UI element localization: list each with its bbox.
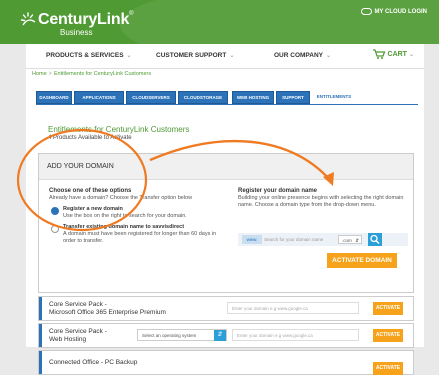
tab-entitlements[interactable]: ENTITLEMENTS [312, 91, 356, 102]
brand-name: CenturyLink [38, 11, 130, 28]
chevron-down-icon: ⌄ [229, 53, 235, 59]
product-name-line1: Core Service Pack - [49, 301, 107, 308]
product-row: Connected Office - PC Backup ACTIVATE [38, 350, 414, 375]
chevron-down-icon: ⌄ [126, 53, 132, 59]
breadcrumb-home[interactable]: Home [32, 71, 47, 77]
os-select[interactable]: Select an operating system ⇵ [137, 329, 227, 341]
nav-item-label: PRODUCTS & SERVICES [46, 52, 124, 59]
account-tabs: DASHBOARD APPLICATIONS CLOUDSERVERS CLOU… [36, 91, 424, 105]
tab-web-hosting[interactable]: WEB HOSTING [232, 91, 274, 104]
add-domain-header[interactable]: ADD YOUR DOMAIN [39, 154, 413, 180]
activate-button[interactable]: ACTIVATE [373, 302, 403, 315]
nav-customer-support[interactable]: CUSTOMER SUPPORT ⌄ [156, 52, 234, 59]
transfer-option-desc: A domain must have been registered for l… [63, 231, 217, 244]
www-prefix: www. [242, 235, 262, 244]
product-name: Core Service Pack - Microsoft Office 365 … [49, 301, 166, 316]
options-title: Choose one of these options [49, 188, 132, 194]
transfer-option-label: Transfer existing domain name to savvisd… [63, 224, 185, 230]
breadcrumb: Home > Entitlements for CenturyLink Custom… [32, 71, 151, 77]
register-domain: Register your domain name Building your … [238, 188, 408, 268]
add-domain-heading: ADD YOUR DOMAIN [47, 163, 114, 170]
product-row: Core Service Pack - Web Hosting Select an… [38, 323, 414, 348]
tab-underline [36, 104, 418, 105]
search-icon [370, 234, 380, 245]
register-option-desc: Use the box on the right to search for y… [63, 213, 187, 219]
register-desc: Building your online presence begins wit… [238, 195, 404, 208]
cart-button[interactable]: CART ⌄ [372, 48, 414, 60]
os-select-value: Select an operating system [142, 333, 197, 338]
cloud-login-link[interactable]: MY CLOUD LOGIN [361, 8, 427, 15]
row-accent [39, 324, 42, 347]
page-subtitle: 4 Products Available to Activate [48, 135, 132, 141]
transfer-radio[interactable] [51, 225, 59, 233]
cloud-login-label: MY CLOUD LOGIN [374, 9, 427, 16]
page-content: PRODUCTS & SERVICES ⌄ CUSTOMER SUPPORT ⌄ O… [26, 44, 424, 375]
product-name-line1: Core Service Pack - [49, 328, 107, 335]
cart-icon [372, 49, 385, 59]
select-arrows-icon: ⇵ [355, 238, 359, 243]
product-name-line2: Web Hosting [49, 335, 87, 343]
row-accent [39, 351, 42, 374]
product-name: Core Service Pack - Web Hosting [49, 328, 107, 343]
nav-item-label: OUR COMPANY [274, 52, 323, 59]
tab-support[interactable]: SUPPORT [276, 91, 310, 104]
register-title: Register your domain name [238, 188, 318, 194]
cart-label: CART [387, 50, 407, 58]
add-domain-panel: ADD YOUR DOMAIN Choose one of these opti… [38, 153, 414, 293]
domain-search-button[interactable] [368, 233, 382, 246]
tab-dashboard[interactable]: DASHBOARD [36, 91, 72, 104]
site-header: CenturyLink® Business MY CLOUD LOGIN [0, 0, 439, 44]
activate-button[interactable]: ACTIVATE [373, 329, 403, 342]
domain-search-row: www. Search for your domain name .com ⇵ [238, 233, 408, 246]
breadcrumb-separator: > [48, 71, 52, 77]
cloud-icon [361, 8, 373, 15]
centurylink-logo-icon [20, 12, 36, 26]
register-option-label: Register a new domain [63, 206, 123, 212]
chevron-down-icon: ⌄ [408, 51, 414, 58]
row-accent [39, 297, 42, 320]
product-domain-input[interactable]: Enter your domain e.g www.google.ca [232, 329, 359, 341]
tab-cloudstorage[interactable]: CLOUDSTORAGE [178, 91, 228, 104]
nav-products-services[interactable]: PRODUCTS & SERVICES ⌄ [46, 52, 132, 59]
register-radio[interactable] [51, 207, 59, 215]
tab-cloudservers[interactable]: CLOUDSERVERS [126, 91, 176, 104]
centurylink-logo[interactable]: CenturyLink® Business [20, 11, 134, 37]
select-arrows-icon: ⇵ [214, 330, 226, 341]
options-desc: Already have a domain? Choose the Transf… [49, 195, 193, 201]
tld-select[interactable]: .com ⇵ [338, 235, 362, 244]
nav-item-label: CUSTOMER SUPPORT [156, 52, 227, 59]
activate-domain-button[interactable]: ACTIVATE DOMAIN [327, 253, 397, 268]
brand-sub: Business [60, 28, 93, 37]
main-nav: PRODUCTS & SERVICES ⌄ CUSTOMER SUPPORT ⌄ O… [26, 44, 424, 69]
register-option[interactable]: Register a new domain Use the box on the… [49, 206, 229, 220]
domain-search-input[interactable]: Search for your domain name [264, 235, 334, 244]
breadcrumb-current[interactable]: Entitlements for CenturyLink Customers [54, 71, 151, 77]
transfer-option[interactable]: Transfer existing domain name to savvisd… [49, 224, 229, 245]
brand-trademark: ® [129, 11, 134, 17]
product-row: Core Service Pack - Microsoft Office 365 … [38, 296, 414, 321]
chevron-down-icon: ⌄ [326, 53, 332, 59]
product-domain-input[interactable]: Enter your domain e.g www.google.ca [227, 302, 359, 314]
tab-applications[interactable]: APPLICATIONS [74, 91, 124, 104]
page-title: Entitlements for CenturyLink Customers [48, 125, 190, 134]
product-name: Connected Office - PC Backup [49, 359, 138, 366]
header-decoration [120, 0, 439, 44]
tld-value: .com [342, 238, 352, 243]
domain-options: Choose one of these options Already have… [49, 188, 229, 245]
activate-button[interactable]: ACTIVATE [373, 362, 403, 375]
product-name-line2: Microsoft Office 365 Enterprise Premium [49, 308, 166, 316]
nav-our-company[interactable]: OUR COMPANY ⌄ [274, 52, 331, 59]
